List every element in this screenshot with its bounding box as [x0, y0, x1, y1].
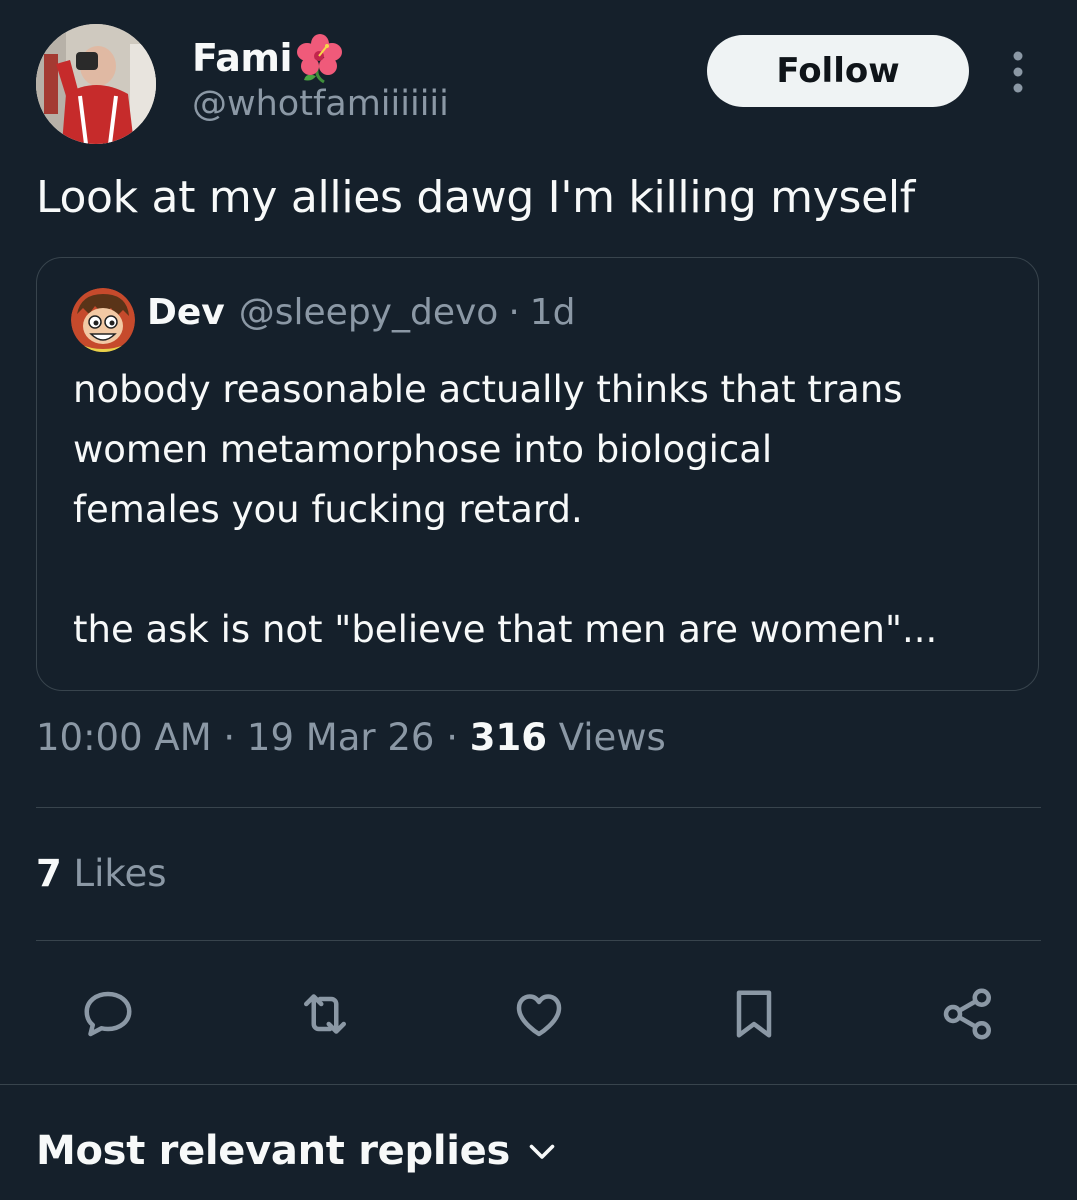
- replies-sort-label: Most relevant replies: [36, 1128, 510, 1174]
- share-icon[interactable]: [936, 982, 1000, 1046]
- like-icon[interactable]: [507, 982, 571, 1046]
- section-divider: [0, 1084, 1077, 1085]
- quoted-avatar-image: [71, 288, 135, 352]
- quoted-tweet-card[interactable]: Dev @sleepy_devo · 1d nobody reasonable …: [36, 257, 1039, 691]
- tweet-date[interactable]: 19 Mar 26: [247, 716, 435, 759]
- divider: [36, 807, 1041, 808]
- retweet-icon[interactable]: [293, 982, 357, 1046]
- quoted-tweet-text: nobody reasonable actually thinks that t…: [73, 368, 938, 651]
- meta-separator: ·: [223, 716, 236, 759]
- hibiscus-emoji-icon: [297, 34, 342, 84]
- reply-icon[interactable]: [76, 982, 140, 1046]
- tweet-time[interactable]: 10:00 AM: [36, 716, 212, 759]
- replies-sort-dropdown[interactable]: Most relevant replies: [36, 1128, 560, 1174]
- author-avatar-image: [36, 24, 156, 144]
- tweet-text: Look at my allies dawg I'm killing mysel…: [36, 172, 915, 223]
- likes-summary[interactable]: 7 Likes: [36, 852, 167, 895]
- quoted-separator: ·: [508, 292, 520, 333]
- bookmark-icon[interactable]: [722, 982, 786, 1046]
- divider: [36, 940, 1041, 941]
- quoted-tweet-age: 1d: [529, 292, 576, 333]
- views-count: 316: [469, 716, 547, 759]
- meta-separator: ·: [446, 716, 458, 759]
- more-options-icon[interactable]: [1000, 48, 1036, 96]
- follow-button[interactable]: Follow: [707, 35, 969, 107]
- likes-count: 7: [36, 852, 62, 895]
- author-avatar[interactable]: [36, 24, 156, 144]
- tweet-meta: 10:00 AM · 19 Mar 26 · 316 Views: [36, 716, 666, 759]
- tweet-detail-page: Fami @whotfamiiiiiii Follow Look at my a…: [0, 0, 1077, 1200]
- quoted-tweet-header: Dev @sleepy_devo · 1d: [147, 292, 576, 333]
- likes-label: Likes: [73, 852, 167, 895]
- author-handle[interactable]: @whotfamiiiiiii: [192, 84, 449, 124]
- views-label: Views: [558, 716, 666, 759]
- author-display-name[interactable]: Fami: [192, 36, 293, 80]
- quoted-author-handle[interactable]: @sleepy_devo: [239, 292, 499, 333]
- quoted-author-name[interactable]: Dev: [147, 292, 225, 333]
- quoted-author-avatar[interactable]: [71, 288, 135, 352]
- author-name-row[interactable]: Fami: [192, 32, 346, 84]
- chevron-down-icon: [529, 1144, 555, 1159]
